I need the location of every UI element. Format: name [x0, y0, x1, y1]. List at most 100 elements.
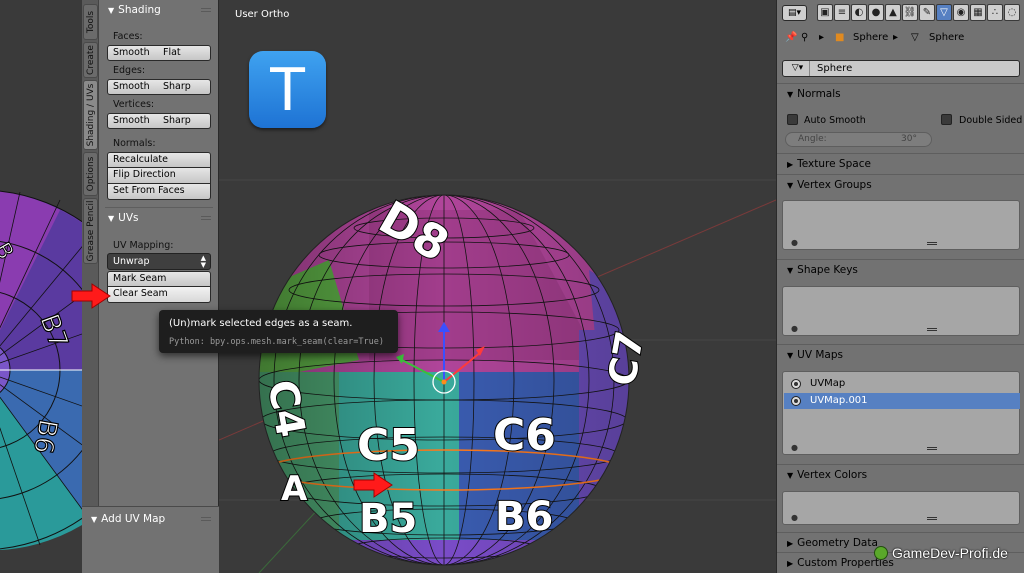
mark-seam-button[interactable]: Mark Seam — [107, 271, 211, 287]
uv-map-icon — [791, 396, 801, 406]
sphere-label-b6: B6 — [495, 494, 553, 540]
unwrap-menu[interactable]: Unwrap ▲ ▼ — [107, 253, 211, 270]
object-cube-icon: ■ — [835, 32, 845, 43]
uvs-panel-header[interactable]: ▼ UVs — [99, 208, 219, 228]
angle-slider[interactable]: Angle: 30° — [785, 132, 932, 147]
mesh-name-field[interactable]: ▽▾ Sphere — [782, 60, 1020, 77]
breadcrumb-object[interactable]: Sphere — [853, 32, 888, 43]
edges-smooth-button[interactable]: Smooth — [107, 79, 159, 95]
mesh-data-icon[interactable]: ▽ — [936, 4, 952, 21]
watermark: GameDev-Profi.de — [874, 545, 1008, 561]
angle-value: 30° — [901, 134, 917, 144]
texture-icon[interactable]: ▦ — [970, 4, 986, 21]
edges-sharp-button[interactable]: Sharp — [158, 79, 211, 95]
material-icon[interactable]: ◉ — [953, 4, 969, 21]
breadcrumb-mesh[interactable]: Sphere — [929, 32, 964, 43]
drag-grip-icon[interactable] — [201, 216, 211, 220]
sphere-label-c7: C7 — [600, 328, 653, 389]
collapse-triangle-icon: ▼ — [787, 266, 794, 275]
uv-maps-header[interactable]: ▼ UV Maps — [777, 345, 1024, 365]
resize-grip-icon[interactable] — [927, 242, 937, 245]
render-icon[interactable]: ▣ — [817, 4, 833, 21]
collapse-triangle-icon: ▼ — [787, 351, 794, 360]
shape-keys-header[interactable]: ▼ Shape Keys — [777, 260, 1024, 280]
particles-icon[interactable]: ∴ — [987, 4, 1003, 21]
resize-grip-icon[interactable] — [927, 328, 937, 331]
tab-create-label: Create — [85, 45, 96, 75]
normals-header[interactable]: ▼ Normals — [777, 84, 1024, 104]
watermark-text: GameDev-Profi.de — [892, 545, 1008, 561]
chevron-right-icon: ▸ — [893, 32, 899, 43]
double-sided-label: Double Sided — [959, 115, 1023, 126]
sphere-label-c5: C5 — [357, 420, 420, 471]
red-arrow-icon — [71, 283, 111, 309]
tab-shading-uvs[interactable]: Shading / UVs — [83, 80, 98, 150]
view-label: User Ortho — [235, 9, 290, 20]
tab-tools[interactable]: Tools — [83, 4, 98, 40]
vertex-groups-list[interactable]: ● — [782, 200, 1020, 250]
tool-shelf: ▼ Shading Faces: Smooth Flat Edges: Smoot… — [99, 0, 219, 573]
resize-grip-icon[interactable] — [927, 447, 937, 450]
vertex-groups-header[interactable]: ▼ Vertex Groups — [777, 175, 1024, 195]
vertices-smooth-button[interactable]: Smooth — [107, 113, 159, 129]
collapse-triangle-icon: ▼ — [91, 515, 98, 524]
tab-shading-uvs-label: Shading / UVs — [85, 83, 96, 147]
uv-map-icon — [791, 379, 801, 389]
add-uv-map-title: Add UV Map — [101, 513, 166, 525]
uv-map-item[interactable]: UVMap — [784, 376, 1020, 392]
shading-panel-header[interactable]: ▼ Shading — [99, 0, 219, 20]
3d-viewport[interactable]: D8 C4 C5 C6 C7 B5 B6 A User Ortho T — [219, 0, 776, 573]
pin-icon[interactable]: 📌 — [785, 32, 797, 43]
drag-grip-icon[interactable] — [201, 517, 211, 521]
faces-flat-button[interactable]: Flat — [158, 45, 211, 61]
physics-icon[interactable]: ◌ — [1004, 4, 1020, 21]
uv-maps-list[interactable]: UVMap UVMap.001 ● — [782, 371, 1020, 455]
scene-icon[interactable]: ◐ — [851, 4, 867, 21]
mesh-name-value: Sphere — [817, 63, 853, 74]
breadcrumb: 📌 ⚲ ▸ ■ Sphere ▸ ▽ Sphere — [777, 28, 1024, 48]
uv-map-item-selected[interactable]: UVMap.001 — [784, 393, 1020, 409]
expand-triangle-icon: ▶ — [787, 539, 794, 548]
resize-dot-icon: ● — [791, 513, 798, 522]
sphere-label-c6: C6 — [493, 410, 556, 461]
texture-space-header[interactable]: ▶ Texture Space — [777, 154, 1024, 174]
render-layers-icon[interactable]: ≡ — [834, 4, 850, 21]
set-from-faces-button[interactable]: Set From Faces — [107, 184, 211, 200]
editor-type-icon[interactable]: ▤▾ — [782, 5, 807, 21]
tab-create[interactable]: Create — [83, 42, 98, 78]
flip-direction-button[interactable]: Flip Direction — [107, 168, 211, 184]
collapse-triangle-icon: ▼ — [787, 471, 794, 480]
leaf-logo-icon — [874, 546, 888, 560]
uv-mapping-label: UV Mapping: — [113, 240, 174, 251]
world-icon[interactable]: ● — [868, 4, 884, 21]
resize-dot-icon: ● — [791, 238, 798, 247]
texture-space-section: ▶ Texture Space — [777, 153, 1024, 173]
expand-triangle-icon: ▶ — [787, 559, 794, 568]
faces-smooth-button[interactable]: Smooth — [107, 45, 159, 61]
resize-dot-icon: ● — [791, 443, 798, 452]
add-uv-map-panel-header[interactable]: ▼ Add UV Map — [82, 509, 219, 529]
sphere-label-b5: B5 — [359, 496, 417, 542]
tab-options[interactable]: Options — [83, 152, 98, 196]
double-sided-checkbox[interactable] — [941, 114, 952, 125]
modifiers-icon[interactable]: ✎ — [919, 4, 935, 21]
uv-maps-title: UV Maps — [797, 349, 843, 361]
mesh-browse-icon[interactable]: ▽▾ — [786, 61, 810, 76]
shape-keys-list[interactable]: ● — [782, 286, 1020, 336]
object-icon[interactable]: ▲ — [885, 4, 901, 21]
vertices-sharp-button[interactable]: Sharp — [158, 113, 211, 129]
vertex-colors-list[interactable]: ● — [782, 491, 1020, 525]
clear-seam-button[interactable]: Clear Seam — [107, 287, 211, 303]
up-down-arrows-icon: ▲ ▼ — [200, 254, 206, 269]
app-logo: T — [249, 51, 326, 128]
auto-smooth-checkbox[interactable] — [787, 114, 798, 125]
resize-grip-icon[interactable] — [927, 517, 937, 520]
geometry-data-title: Geometry Data — [797, 537, 878, 549]
constraints-icon[interactable]: ⛓ — [902, 4, 918, 21]
red-arrow-icon — [353, 472, 393, 498]
tab-grease-pencil[interactable]: Grease Pencil — [83, 198, 98, 264]
vertex-colors-header[interactable]: ▼ Vertex Colors — [777, 465, 1024, 485]
uvs-panel-title: UVs — [118, 212, 139, 224]
recalculate-button[interactable]: Recalculate — [107, 152, 211, 168]
drag-grip-icon[interactable] — [201, 8, 211, 12]
